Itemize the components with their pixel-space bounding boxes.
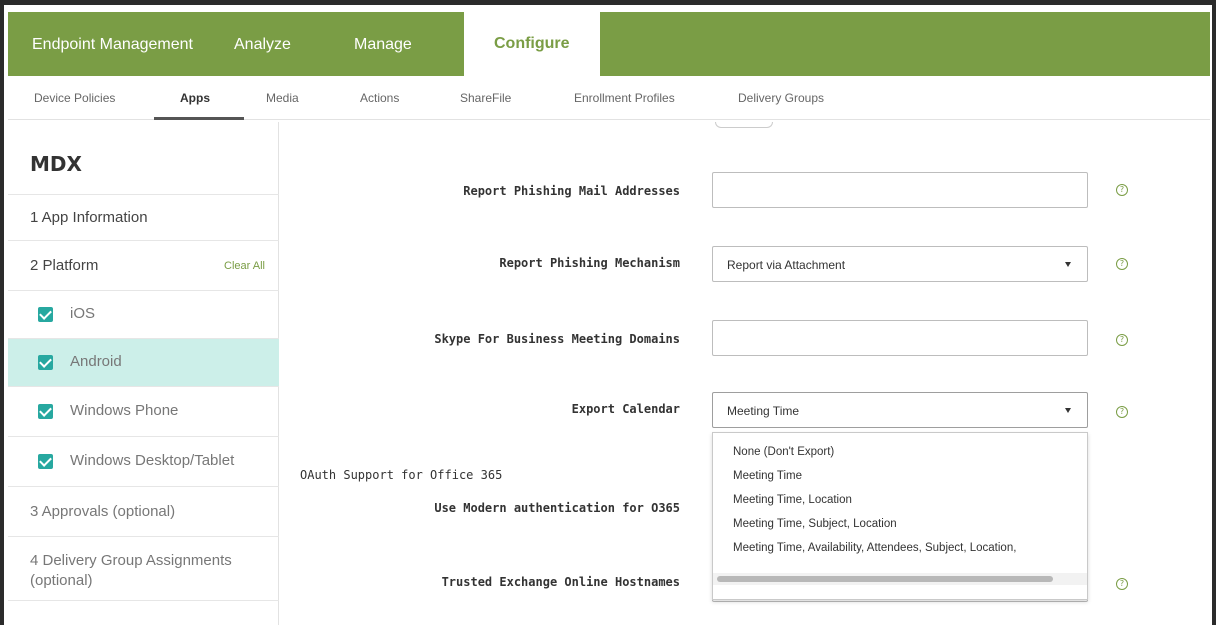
checkbox-checked-icon[interactable] [38, 355, 53, 370]
nav-configure[interactable]: Configure [464, 12, 600, 76]
help-icon[interactable]: ? [1116, 334, 1128, 346]
dropdown-option[interactable]: Meeting Time [733, 470, 802, 482]
tab-apps[interactable]: Apps [180, 91, 210, 105]
sub-navigation: Device Policies Apps Media Actions Share… [8, 76, 1210, 120]
wizard-sidebar: MDX 1 App Information 2 Platform Clear A… [8, 122, 279, 625]
horizontal-scrollbar[interactable] [713, 573, 1087, 585]
trusted-hostnames-label: Trusted Exchange Online Hostnames [441, 575, 680, 589]
sidebar-item-android[interactable]: Android [8, 338, 279, 386]
export-calendar-dropdown: None (Don't Export) Meeting Time Meeting… [712, 432, 1088, 600]
help-icon[interactable]: ? [1116, 406, 1128, 418]
help-icon[interactable]: ? [1116, 258, 1128, 270]
top-navigation-bar: Endpoint Management Analyze Manage Confi… [8, 12, 1210, 76]
toggle-remnant [715, 122, 773, 128]
dropdown-option[interactable]: None (Don't Export) [733, 446, 834, 458]
sidebar-item-label: 4 Delivery Group Assignments [30, 552, 232, 569]
caret-down-icon [1065, 262, 1071, 267]
help-icon[interactable]: ? [1116, 184, 1128, 196]
active-tab-indicator [154, 117, 244, 120]
sidebar-item-windows-phone[interactable]: Windows Phone [8, 386, 279, 436]
sidebar-item-windows-desktop-tablet[interactable]: Windows Desktop/Tablet [8, 436, 279, 486]
skype-domains-input[interactable] [712, 320, 1088, 356]
clear-all-link[interactable]: Clear All [224, 260, 265, 272]
sidebar-item-label: 3 Approvals (optional) [30, 503, 176, 520]
help-icon[interactable]: ? [1116, 578, 1128, 590]
sidebar-title: MDX [30, 152, 82, 176]
select-value: Report via Attachment [727, 258, 846, 272]
report-phishing-mechanism-select[interactable]: Report via Attachment [712, 246, 1088, 282]
tab-delivery-groups[interactable]: Delivery Groups [738, 91, 824, 105]
modern-auth-label: Use Modern authentication for O365 [434, 501, 680, 515]
select-value: Meeting Time [727, 404, 800, 418]
scrollbar-thumb[interactable] [717, 576, 1053, 582]
tab-device-policies[interactable]: Device Policies [34, 91, 115, 105]
checkbox-checked-icon[interactable] [38, 307, 53, 322]
tab-sharefile[interactable]: ShareFile [460, 91, 511, 105]
sidebar-item-label: Windows Desktop/Tablet [70, 452, 235, 469]
sidebar-item-label-optional: (optional) [30, 572, 93, 589]
checkbox-checked-icon[interactable] [38, 404, 53, 419]
sidebar-divider [8, 600, 279, 625]
tab-actions[interactable]: Actions [360, 91, 399, 105]
tab-enrollment-profiles[interactable]: Enrollment Profiles [574, 91, 675, 105]
sidebar-item-approvals[interactable]: 3 Approvals (optional) [8, 486, 279, 536]
sidebar-item-delivery-group-assignments[interactable]: 4 Delivery Group Assignments (optional) [8, 536, 279, 600]
sidebar-item-label: Android [70, 353, 122, 370]
sidebar-item-ios[interactable]: iOS [8, 290, 279, 338]
skype-domains-label: Skype For Business Meeting Domains [434, 332, 680, 346]
dropdown-option[interactable]: Meeting Time, Subject, Location [733, 518, 897, 530]
sidebar-item-app-information[interactable]: 1 App Information [8, 194, 279, 240]
report-phishing-addresses-input[interactable] [712, 172, 1088, 208]
sidebar-item-label: iOS [70, 305, 96, 322]
dropdown-option[interactable]: Meeting Time, Location [733, 494, 852, 506]
oauth-section-heading: OAuth Support for Office 365 [300, 468, 503, 482]
caret-down-icon [1065, 408, 1071, 413]
sidebar-item-label: 2 Platform [30, 257, 99, 274]
dropdown-option[interactable]: Meeting Time, Availability, Attendees, S… [733, 542, 1016, 554]
report-phishing-mechanism-label: Report Phishing Mechanism [499, 256, 680, 270]
sidebar-item-label: 1 App Information [30, 209, 148, 226]
report-phishing-addresses-label: Report Phishing Mail Addresses [463, 184, 680, 198]
nav-manage[interactable]: Manage [354, 36, 412, 54]
export-calendar-label: Export Calendar [571, 402, 680, 416]
nav-analyze[interactable]: Analyze [234, 36, 291, 54]
export-calendar-select[interactable]: Meeting Time [712, 392, 1088, 428]
main-form: Report Phishing Mail Addresses ? Report … [280, 122, 1210, 625]
sidebar-item-label: Windows Phone [70, 402, 179, 419]
brand-title: Endpoint Management [32, 36, 193, 53]
checkbox-checked-icon[interactable] [38, 454, 53, 469]
tab-media[interactable]: Media [266, 91, 299, 105]
sidebar-item-platform[interactable]: 2 Platform Clear All [8, 240, 279, 290]
